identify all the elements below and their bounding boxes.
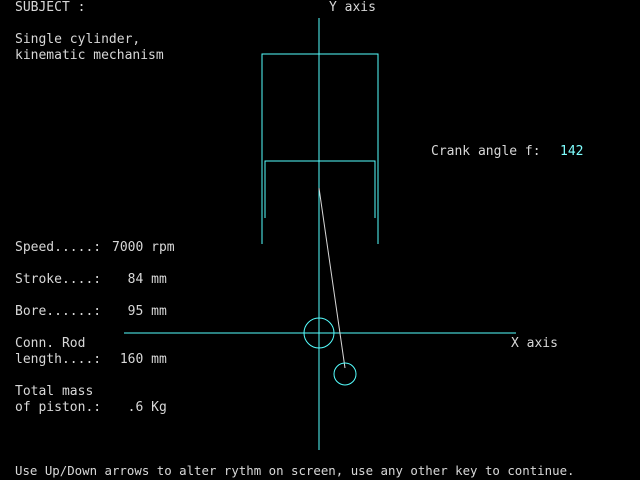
stroke-value: 84 mm <box>112 272 167 287</box>
subject-heading: SUBJECT : <box>15 0 86 15</box>
subject-line-2: kinematic mechanism <box>15 48 164 63</box>
y-axis-label: Y axis <box>329 0 376 15</box>
subject-line-1: Single cylinder, <box>15 32 141 47</box>
speed-value: 7000 rpm <box>112 240 175 255</box>
crank-angle-label: Crank angle f: <box>431 144 541 159</box>
crank-angle-value: 142 <box>560 144 584 159</box>
mass-label-2: of piston.: <box>15 400 102 415</box>
speed-label: Speed.....: <box>15 240 102 255</box>
bore-value: 95 mm <box>112 304 167 319</box>
piston-outline <box>264 160 376 218</box>
x-axis-label: X axis <box>511 336 558 351</box>
stroke-label: Stroke....: <box>15 272 102 287</box>
cylinder-outline <box>261 53 379 244</box>
mass-label-1: Total mass <box>15 384 94 399</box>
conn-rod-value: 160 mm <box>112 352 167 367</box>
mass-value: .6 Kg <box>112 400 167 415</box>
conn-rod-label-1: Conn. Rod <box>15 336 86 351</box>
footer-instruction: Use Up/Down arrows to alter rythm on scr… <box>15 463 575 478</box>
conn-rod-label-2: length....: <box>15 352 102 367</box>
bore-label: Bore......: <box>15 304 102 319</box>
